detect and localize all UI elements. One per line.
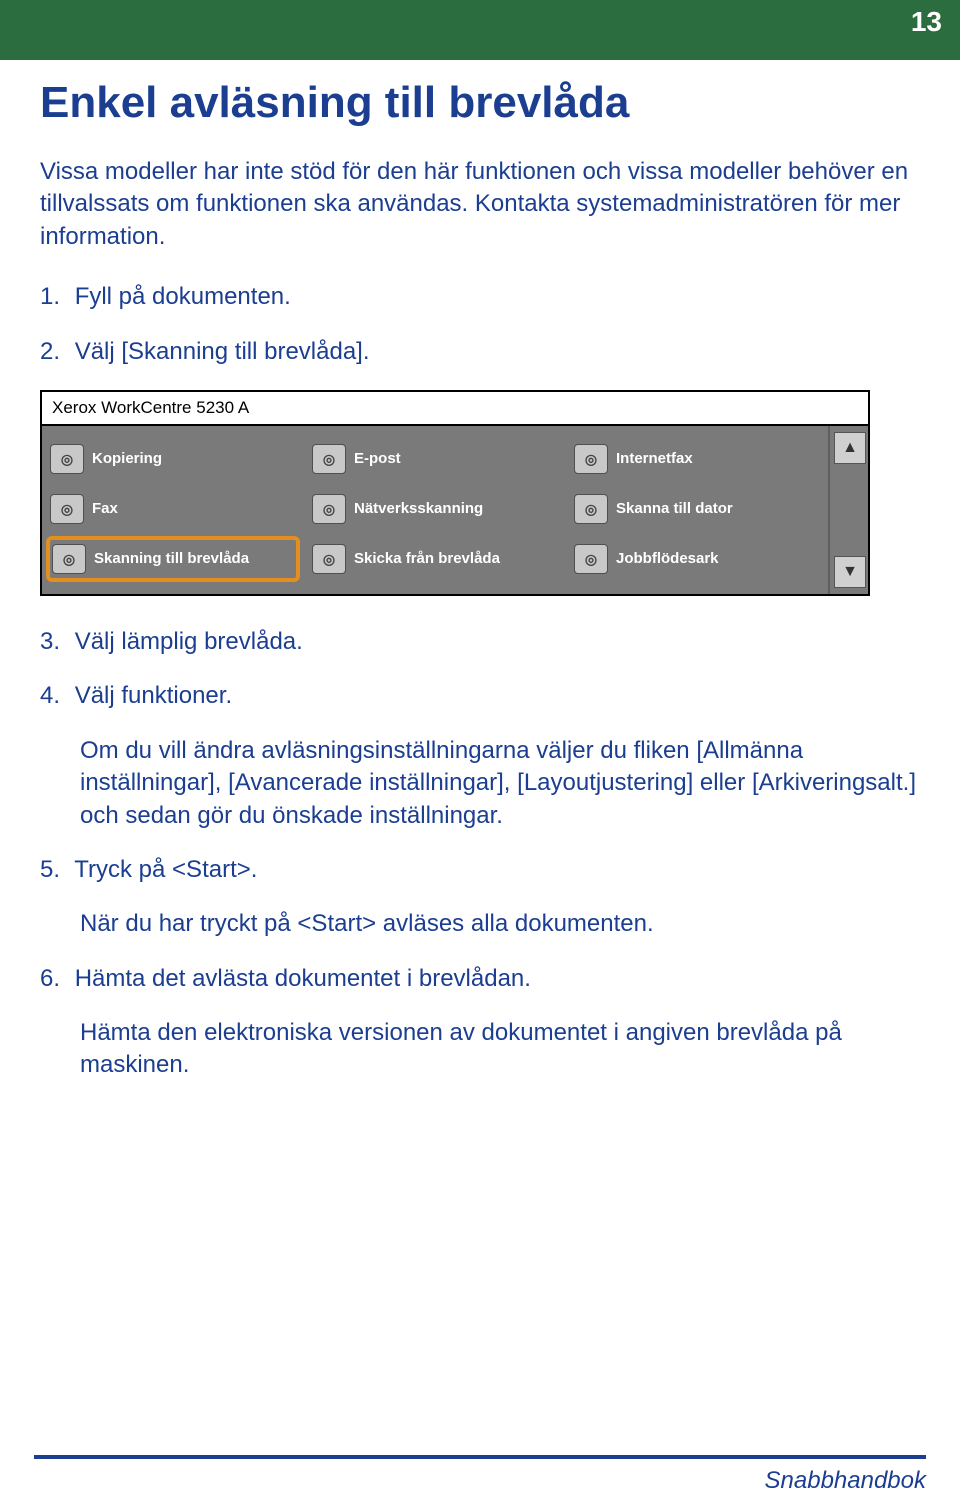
device-option-7[interactable]: ◎ Skicka från brevlåda	[308, 536, 562, 582]
page-title: Enkel avläsning till brevlåda	[40, 78, 926, 128]
device-option-label: Fax	[92, 500, 118, 517]
function-icon: ◎	[312, 544, 346, 574]
step-2-text: Välj [Skanning till brevlåda].	[75, 338, 370, 365]
step-5: 5. Tryck på <Start>.	[40, 854, 926, 886]
device-option-2[interactable]: ◎ Internetfax	[570, 436, 824, 482]
step-5-num: 5.	[40, 856, 60, 883]
intro-paragraph: Vissa modeller har inte stöd för den här…	[40, 156, 926, 253]
step-1-text: Fyll på dokumenten.	[75, 283, 291, 310]
function-icon: ◎	[312, 494, 346, 524]
device-grid: ◎ Kopiering ◎ E-post ◎ Internetfax ◎ Fax ◎ Nätver…	[42, 426, 828, 594]
device-option-label: E-post	[354, 450, 401, 467]
step-3-text: Välj lämplig brevlåda.	[75, 628, 303, 655]
step-4: 4. Välj funktioner.	[40, 680, 926, 712]
device-option-5[interactable]: ◎ Skanna till dator	[570, 486, 824, 532]
function-icon: ◎	[574, 544, 608, 574]
device-option-label: Skicka från brevlåda	[354, 550, 500, 567]
note-6: Hämta den elektroniska versionen av doku…	[80, 1017, 926, 1082]
step-2: 2. Välj [Skanning till brevlåda].	[40, 336, 926, 368]
step-6-num: 6.	[40, 965, 60, 992]
device-option-8[interactable]: ◎ Jobbflödesark	[570, 536, 824, 582]
device-option-3[interactable]: ◎ Fax	[46, 486, 300, 532]
device-option-label: Skanning till brevlåda	[94, 550, 249, 567]
footer-rule	[34, 1455, 926, 1459]
step-1-num: 1.	[40, 283, 60, 310]
device-option-label: Nätverksskanning	[354, 500, 483, 517]
function-icon: ◎	[312, 444, 346, 474]
note-5: När du har tryckt på <Start> avläses all…	[80, 908, 926, 940]
function-icon: ◎	[574, 494, 608, 524]
function-icon: ◎	[574, 444, 608, 474]
function-icon: ◎	[52, 544, 86, 574]
scroll-bar: ▲ ▼	[828, 426, 868, 594]
device-option-0[interactable]: ◎ Kopiering	[46, 436, 300, 482]
step-1: 1. Fyll på dokumenten.	[40, 281, 926, 313]
device-body: ◎ Kopiering ◎ E-post ◎ Internetfax ◎ Fax ◎ Nätver…	[42, 426, 868, 594]
function-icon: ◎	[50, 494, 84, 524]
device-title: Xerox WorkCentre 5230 A	[42, 392, 868, 426]
step-6-text: Hämta det avlästa dokumentet i brevlådan…	[75, 965, 531, 992]
footer-text: Snabbhandbok	[765, 1467, 926, 1495]
step-6: 6. Hämta det avlästa dokumentet i brevlå…	[40, 963, 926, 995]
function-icon: ◎	[50, 444, 84, 474]
step-3: 3. Välj lämplig brevlåda.	[40, 626, 926, 658]
step-2-num: 2.	[40, 338, 60, 365]
device-option-6[interactable]: ◎ Skanning till brevlåda	[46, 536, 300, 582]
device-option-label: Skanna till dator	[616, 500, 733, 517]
step-4-num: 4.	[40, 682, 60, 709]
device-option-label: Kopiering	[92, 450, 162, 467]
device-screenshot: Xerox WorkCentre 5230 A ◎ Kopiering ◎ E-pos…	[40, 390, 870, 596]
header-bar: 13	[0, 0, 960, 60]
scroll-down-button[interactable]: ▼	[834, 556, 866, 588]
device-option-4[interactable]: ◎ Nätverksskanning	[308, 486, 562, 532]
step-4-text: Välj funktioner.	[75, 682, 232, 709]
page-number: 13	[911, 6, 942, 38]
step-5-text: Tryck på <Start>.	[74, 856, 257, 883]
step-3-num: 3.	[40, 628, 60, 655]
scroll-up-button[interactable]: ▲	[834, 432, 866, 464]
note-4: Om du vill ändra avläsningsinställningar…	[80, 735, 926, 832]
device-option-1[interactable]: ◎ E-post	[308, 436, 562, 482]
device-option-label: Internetfax	[616, 450, 693, 467]
device-option-label: Jobbflödesark	[616, 550, 719, 567]
